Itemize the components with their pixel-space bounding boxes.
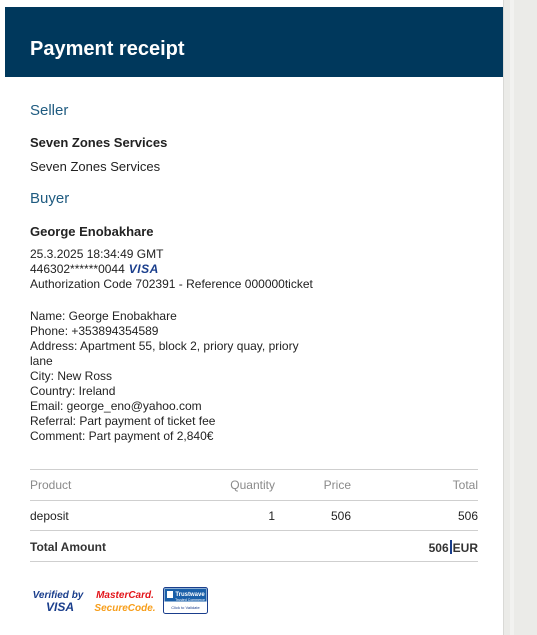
shield-icon <box>167 591 173 598</box>
detail-comment: Comment: Part payment of 2,840€ <box>30 429 214 443</box>
header-quantity: Quantity <box>230 478 275 492</box>
total-amount-label: Total Amount <box>30 540 106 554</box>
mastercard-securecode-logo: MasterCard. SecureCode. <box>93 588 157 614</box>
card-number-line: 446302******0044 VISA <box>30 262 159 277</box>
row-price: 506 <box>330 509 351 523</box>
verified-by-visa-logo: Verified by VISA <box>30 588 86 614</box>
buyer-name: George Enobakhare <box>30 224 154 239</box>
detail-name: Name: George Enobakhare <box>30 309 177 323</box>
detail-referral: Referral: Part payment of ticket fee <box>30 414 216 428</box>
seller-name-bold: Seven Zones Services <box>30 135 168 150</box>
buyer-section-title: Buyer <box>30 190 70 207</box>
total-value: 506 <box>428 541 449 555</box>
verified-visa-text: VISA <box>46 600 74 614</box>
trustwave-sub: Trusted Commerce <box>175 598 205 602</box>
table-bottom-rule <box>30 561 478 562</box>
seller-name: Seven Zones Services <box>30 159 161 174</box>
receipt-header: Payment receipt <box>5 7 503 77</box>
page-background <box>514 0 537 635</box>
header-price: Price <box>323 478 351 492</box>
row-total: 506 <box>457 509 478 523</box>
trustwave-click: Click to Validate <box>171 605 200 610</box>
total-currency: EUR <box>452 541 478 555</box>
row-product: deposit <box>30 509 69 523</box>
detail-address-cont: lane <box>30 354 53 368</box>
detail-email: Email: george_eno@yahoo.com <box>30 399 202 413</box>
transaction-datetime: 25.3.2025 18:34:49 GMT <box>30 247 164 261</box>
receipt-card: Payment receipt Seller Seven Zones Servi… <box>5 0 504 635</box>
detail-country: Country: Ireland <box>30 384 116 398</box>
mastercard-text: MasterCard. <box>96 590 154 601</box>
total-amount-value: 506 EUR <box>378 540 478 556</box>
text-caret <box>449 540 452 554</box>
header-product: Product <box>30 478 72 492</box>
table-row-rule <box>30 530 478 531</box>
authorization-code: Authorization Code 702391 - Reference 00… <box>30 277 313 291</box>
detail-phone: Phone: +353894354589 <box>30 324 159 338</box>
detail-address: Address: Apartment 55, block 2, priory q… <box>30 339 299 353</box>
visa-card-icon: VISA <box>128 262 159 276</box>
seller-section-title: Seller <box>30 102 69 119</box>
trustwave-seal[interactable]: Trustwave Trusted Commerce Click to Vali… <box>163 587 208 614</box>
row-quantity: 1 <box>268 509 275 523</box>
table-top-rule <box>30 469 478 470</box>
page-title: Payment receipt <box>30 38 185 60</box>
header-total: Total <box>452 478 478 492</box>
card-number: 446302******0044 <box>30 262 125 276</box>
table-header-rule <box>30 500 478 501</box>
detail-city: City: New Ross <box>30 369 113 383</box>
securecode-text: SecureCode. <box>94 603 155 614</box>
